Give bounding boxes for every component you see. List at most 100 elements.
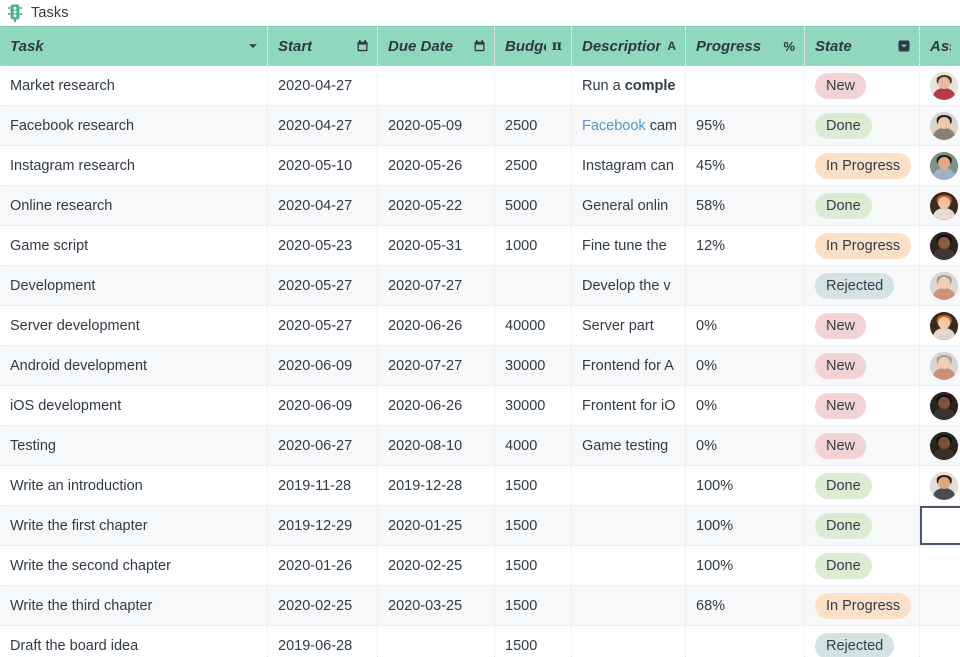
pi-icon[interactable]: π [552, 39, 562, 53]
cell-budget[interactable]: 30000 [495, 386, 572, 425]
cell-due-date[interactable]: 2020-05-09 [378, 106, 495, 145]
cell-state[interactable]: In Progress [805, 146, 920, 185]
cell-assignee[interactable] [920, 306, 960, 345]
cell-start[interactable]: 2020-04-27 [268, 106, 378, 145]
cell-progress[interactable]: 0% [686, 306, 805, 345]
cell-state[interactable]: Done [805, 466, 920, 505]
description-link[interactable]: Facebook [582, 118, 646, 134]
table-row[interactable]: Instagram research2020-05-102020-05-2625… [0, 146, 960, 186]
column-header-budget[interactable]: Budgetπ [495, 27, 572, 65]
cell-due-date[interactable]: 2020-05-31 [378, 226, 495, 265]
cell-description[interactable] [572, 506, 686, 545]
chevron-down-icon[interactable] [248, 41, 258, 51]
cell-budget[interactable]: 1500 [495, 586, 572, 625]
cell-assignee[interactable] [920, 546, 960, 585]
cell-budget[interactable]: 1500 [495, 546, 572, 585]
cell-budget[interactable] [495, 66, 572, 105]
cell-start[interactable]: 2019-12-29 [268, 506, 378, 545]
cell-start[interactable]: 2020-02-25 [268, 586, 378, 625]
cell-assignee[interactable] [920, 146, 960, 185]
avatar[interactable] [930, 112, 958, 140]
cell-assignee[interactable] [920, 106, 960, 145]
cell-assignee[interactable] [920, 186, 960, 225]
cell-description[interactable]: Instagram can [572, 146, 686, 185]
cell-description[interactable] [572, 466, 686, 505]
cell-description[interactable] [572, 626, 686, 657]
cell-task[interactable]: Development [0, 266, 268, 305]
cell-budget[interactable]: 1500 [495, 466, 572, 505]
table-row[interactable]: Online research2020-04-272020-05-225000G… [0, 186, 960, 226]
cell-due-date[interactable]: 2020-05-26 [378, 146, 495, 185]
avatar[interactable] [930, 312, 958, 340]
table-row[interactable]: Write the first chapter2019-12-292020-01… [0, 506, 960, 546]
cell-task[interactable]: Android development [0, 346, 268, 385]
avatar[interactable] [930, 392, 958, 420]
cell-due-date[interactable] [378, 626, 495, 657]
cell-budget[interactable] [495, 266, 572, 305]
table-row[interactable]: Development2020-05-272020-07-27 Develop t… [0, 266, 960, 306]
cell-task[interactable]: Online research [0, 186, 268, 225]
cell-assignee[interactable] [920, 626, 960, 657]
cell-task[interactable]: Write the second chapter [0, 546, 268, 585]
data-grid[interactable]: TaskStartDue DateBudgetπDescriptionAProg… [0, 26, 960, 657]
cell-budget[interactable]: 5000 [495, 186, 572, 225]
cell-assignee[interactable] [920, 506, 960, 545]
cell-state[interactable]: Done [805, 106, 920, 145]
cell-due-date[interactable]: 2020-07-27 [378, 346, 495, 385]
cell-description[interactable]: Run a comple [572, 66, 686, 105]
cell-task[interactable]: Server development [0, 306, 268, 345]
cell-budget[interactable]: 1500 [495, 626, 572, 657]
cell-progress[interactable] [686, 626, 805, 657]
cell-budget[interactable]: 2500 [495, 106, 572, 145]
cell-progress[interactable]: 100% [686, 506, 805, 545]
cell-due-date[interactable]: 2020-03-25 [378, 586, 495, 625]
cell-state[interactable]: Done [805, 186, 920, 225]
cell-start[interactable]: 2020-04-27 [268, 186, 378, 225]
cell-task[interactable]: Market research [0, 66, 268, 105]
cell-progress[interactable]: 12% [686, 226, 805, 265]
cell-description[interactable]: Facebook cam [572, 106, 686, 145]
cell-state[interactable]: Rejected [805, 266, 920, 305]
cell-progress[interactable]: 95% [686, 106, 805, 145]
cell-progress[interactable]: 0% [686, 386, 805, 425]
table-row[interactable]: Game script2020-05-232020-05-311000Fine … [0, 226, 960, 266]
cell-due-date[interactable]: 2020-07-27 [378, 266, 495, 305]
cell-task[interactable]: iOS development [0, 386, 268, 425]
avatar[interactable] [930, 192, 958, 220]
table-row[interactable]: iOS development2020-06-092020-06-2630000… [0, 386, 960, 426]
cell-start[interactable]: 2020-06-09 [268, 346, 378, 385]
cell-progress[interactable]: 68% [686, 586, 805, 625]
cell-budget[interactable]: 2500 [495, 146, 572, 185]
column-header-state[interactable]: State [805, 27, 920, 65]
cell-budget[interactable]: 40000 [495, 306, 572, 345]
cell-state[interactable]: New [805, 386, 920, 425]
cell-task[interactable]: Write the third chapter [0, 586, 268, 625]
cell-due-date[interactable]: 2020-05-22 [378, 186, 495, 225]
cell-start[interactable]: 2020-05-23 [268, 226, 378, 265]
cell-budget[interactable]: 1500 [495, 506, 572, 545]
cell-start[interactable]: 2020-06-27 [268, 426, 378, 465]
cell-due-date[interactable]: 2020-08-10 [378, 426, 495, 465]
cell-progress[interactable]: 0% [686, 426, 805, 465]
calendar-icon[interactable] [357, 40, 368, 52]
cell-due-date[interactable] [378, 66, 495, 105]
cell-assignee[interactable] [920, 386, 960, 425]
cell-state[interactable]: Done [805, 506, 920, 545]
cell-start[interactable]: 2020-05-27 [268, 266, 378, 305]
cell-assignee[interactable] [920, 466, 960, 505]
table-row[interactable]: Facebook research2020-04-272020-05-09250… [0, 106, 960, 146]
cell-budget[interactable]: 1000 [495, 226, 572, 265]
cell-assignee[interactable] [920, 266, 960, 305]
cell-due-date[interactable]: 2020-02-25 [378, 546, 495, 585]
cell-progress[interactable]: 100% [686, 466, 805, 505]
avatar[interactable] [930, 472, 958, 500]
cell-description[interactable]: Develop the v [572, 266, 686, 305]
avatar[interactable] [930, 72, 958, 100]
cell-assignee[interactable] [920, 66, 960, 105]
cell-description[interactable]: Game testing [572, 426, 686, 465]
cell-description[interactable] [572, 546, 686, 585]
avatar[interactable] [930, 432, 958, 460]
avatar[interactable] [930, 272, 958, 300]
cell-budget[interactable]: 30000 [495, 346, 572, 385]
cell-description[interactable]: Frontend for A [572, 346, 686, 385]
